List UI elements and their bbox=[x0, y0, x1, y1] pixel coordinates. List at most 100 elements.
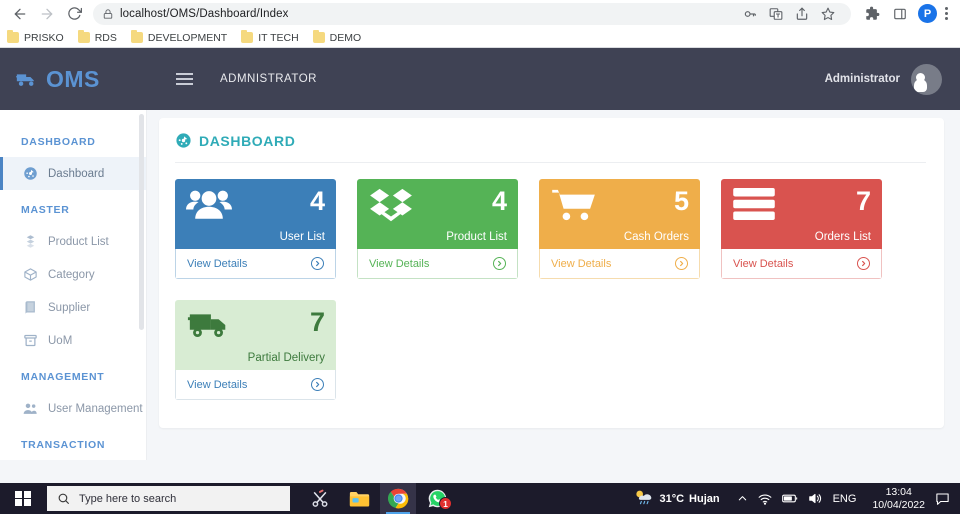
reload-icon[interactable] bbox=[62, 2, 86, 26]
sidebar-item-category[interactable]: Category bbox=[0, 258, 146, 291]
weather-description: Hujan bbox=[689, 492, 720, 505]
users-group-icon bbox=[186, 187, 232, 226]
panel-title-text: DASHBOARD bbox=[199, 132, 296, 149]
three-dot-menu-icon[interactable] bbox=[941, 7, 952, 20]
truck-icon bbox=[16, 71, 38, 88]
stat-card-value: 4 bbox=[309, 186, 325, 216]
sidebar-item-label: Category bbox=[48, 268, 95, 281]
arrow-right-circle-icon bbox=[311, 257, 324, 270]
user-name: Administrator bbox=[824, 73, 900, 85]
address-bar[interactable]: localhost/OMS/Dashboard/Index bbox=[93, 2, 851, 25]
windows-start-icon[interactable] bbox=[0, 483, 46, 514]
forward-arrow-icon[interactable] bbox=[35, 2, 59, 26]
stat-card-orders-list[interactable]: 7 Orders List View Details bbox=[721, 179, 882, 279]
stat-card-value: 4 bbox=[491, 186, 507, 216]
partly-cloudy-rain-icon bbox=[633, 488, 653, 510]
profile-avatar[interactable]: P bbox=[918, 4, 937, 23]
content-area: DASHBOARD 4 User List View Details 4 Pro… bbox=[147, 110, 960, 483]
bookmark-item[interactable]: DEVELOPMENT bbox=[130, 30, 228, 44]
sidebar-item-label: User Management bbox=[48, 402, 143, 415]
cube-icon bbox=[21, 267, 39, 282]
dashboard-gauge-icon bbox=[21, 166, 39, 181]
chrome-icon[interactable] bbox=[380, 483, 416, 514]
bookmark-label: PRISKO bbox=[24, 31, 64, 44]
sidebar-scrollbar[interactable] bbox=[139, 114, 144, 330]
stat-card-cash-orders[interactable]: 5 Cash Orders View Details bbox=[539, 179, 700, 279]
sidebar-item-dashboard[interactable]: Dashboard bbox=[0, 157, 146, 190]
bookmark-item[interactable]: IT TECH bbox=[241, 30, 299, 44]
bookmark-star-icon[interactable] bbox=[817, 3, 839, 25]
stat-cards: 4 User List View Details 4 Product List … bbox=[175, 179, 926, 400]
clock[interactable]: 13:04 10/04/2022 bbox=[872, 486, 925, 512]
sidebar-heading-dashboard: DASHBOARD bbox=[21, 136, 96, 148]
view-details-label: View Details bbox=[187, 378, 248, 391]
arrow-right-circle-icon bbox=[311, 378, 324, 391]
weather-temperature: 31°C bbox=[659, 492, 685, 505]
view-details-label: View Details bbox=[369, 257, 430, 270]
stat-card-body: 7 Partial Delivery bbox=[175, 300, 336, 370]
stat-card-footer[interactable]: View Details bbox=[539, 249, 700, 279]
arrow-right-circle-icon bbox=[857, 257, 870, 270]
folder-icon bbox=[77, 30, 90, 43]
view-details-label: View Details bbox=[187, 257, 248, 270]
arrow-right-circle-icon bbox=[493, 257, 506, 270]
battery-icon[interactable] bbox=[781, 493, 798, 504]
weather-widget[interactable]: 31°C Hujan bbox=[633, 488, 720, 510]
clock-date: 10/04/2022 bbox=[872, 498, 925, 511]
stat-card-footer[interactable]: View Details bbox=[357, 249, 518, 279]
book-icon bbox=[21, 300, 39, 315]
bookmark-item[interactable]: DEMO bbox=[312, 30, 361, 44]
bookmarks-bar: PRISKO RDS DEVELOPMENT IT TECH DEMO bbox=[0, 27, 960, 48]
stat-card-product-list[interactable]: 4 Product List View Details bbox=[357, 179, 518, 279]
sidebar-item-supplier[interactable]: Supplier bbox=[0, 291, 146, 324]
stat-card-footer[interactable]: View Details bbox=[175, 249, 336, 279]
brand[interactable]: OMS bbox=[16, 66, 156, 93]
stat-card-label: User List bbox=[279, 231, 325, 243]
language-indicator[interactable]: ENG bbox=[833, 493, 857, 505]
windows-taskbar: Type here to search 1 31°C Hujan ENG 13:… bbox=[0, 483, 960, 514]
share-icon[interactable] bbox=[791, 3, 813, 25]
taskbar-search-input[interactable]: Type here to search bbox=[47, 486, 290, 511]
stat-card-partial-delivery[interactable]: 7 Partial Delivery View Details bbox=[175, 300, 336, 400]
clock-time: 13:04 bbox=[885, 485, 912, 498]
user-avatar-icon[interactable] bbox=[911, 63, 942, 95]
sidebar-item-product-list[interactable]: Product List bbox=[0, 225, 146, 258]
volume-icon[interactable] bbox=[808, 492, 822, 505]
bookmark-item[interactable]: PRISKO bbox=[7, 30, 64, 44]
whatsapp-icon[interactable]: 1 bbox=[419, 483, 455, 514]
stat-card-user-list[interactable]: 4 User List View Details bbox=[175, 179, 336, 279]
archive-box-icon bbox=[21, 333, 39, 348]
sidebar-heading-management: MANAGEMENT bbox=[21, 371, 105, 383]
file-explorer-icon[interactable] bbox=[341, 483, 377, 514]
show-hidden-chevron-icon[interactable] bbox=[737, 493, 748, 504]
stat-card-footer[interactable]: View Details bbox=[175, 370, 336, 400]
bookmark-label: RDS bbox=[94, 31, 117, 44]
stat-card-label: Product List bbox=[446, 231, 507, 243]
wifi-icon[interactable] bbox=[758, 493, 772, 505]
sidebar-item-uom[interactable]: UoM bbox=[0, 324, 146, 357]
back-arrow-icon[interactable] bbox=[8, 2, 32, 26]
stat-card-body: 4 Product List bbox=[357, 179, 518, 249]
sidebar-scroll: DASHBOARD Dashboard MASTER Product List bbox=[0, 110, 146, 460]
stat-card-value: 5 bbox=[673, 186, 689, 216]
arrow-right-circle-icon bbox=[675, 257, 688, 270]
translate-icon[interactable] bbox=[765, 3, 787, 25]
users-icon bbox=[21, 401, 39, 416]
url-text: localhost/OMS/Dashboard/Index bbox=[120, 7, 289, 20]
side-panel-icon[interactable] bbox=[889, 3, 911, 25]
password-key-icon[interactable] bbox=[739, 3, 761, 25]
panel-divider bbox=[175, 162, 926, 163]
snipping-tool-icon[interactable] bbox=[302, 483, 338, 514]
sidebar-item-label: UoM bbox=[48, 334, 73, 347]
header-user-area[interactable]: Administrator bbox=[824, 63, 942, 95]
bookmark-label: DEVELOPMENT bbox=[147, 31, 228, 44]
extensions-puzzle-icon[interactable] bbox=[861, 3, 883, 25]
bookmark-item[interactable]: RDS bbox=[77, 30, 117, 44]
view-details-label: View Details bbox=[733, 257, 794, 270]
notification-chat-icon[interactable] bbox=[935, 492, 950, 506]
sidebar-item-user-management[interactable]: User Management bbox=[0, 392, 146, 425]
dropbox-boxes-icon bbox=[368, 187, 414, 230]
stat-card-footer[interactable]: View Details bbox=[721, 249, 882, 279]
hamburger-menu-icon[interactable] bbox=[176, 73, 193, 85]
stat-card-label: Partial Delivery bbox=[247, 352, 325, 364]
